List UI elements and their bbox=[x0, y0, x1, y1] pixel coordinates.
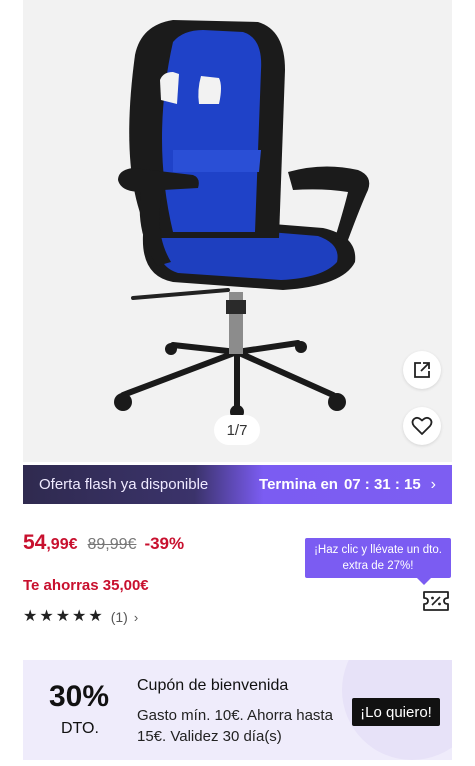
price-integer: 54 bbox=[23, 531, 47, 554]
product-image[interactable] bbox=[23, 0, 452, 462]
price-decimal: ,99€ bbox=[46, 536, 78, 553]
original-price: 89,99€ bbox=[87, 536, 137, 553]
ends-label: Termina en bbox=[259, 476, 338, 493]
review-count[interactable]: (1) bbox=[111, 609, 128, 625]
image-counter: 1/7 bbox=[214, 415, 260, 445]
share-button[interactable] bbox=[403, 351, 441, 389]
star-icon: ★ bbox=[39, 608, 54, 625]
coupon-title: Cupón de bienvenida bbox=[137, 677, 289, 694]
flash-countdown[interactable]: Termina en 07 : 31 : 15 › bbox=[259, 476, 436, 494]
ticket-percent-icon[interactable] bbox=[422, 589, 450, 613]
savings-text: Te ahorras 35,00€ bbox=[23, 577, 149, 594]
star-icon: ★ bbox=[23, 608, 38, 625]
heart-outline-icon bbox=[411, 416, 433, 435]
chevron-right-icon: › bbox=[430, 475, 436, 493]
flash-sale-bar[interactable]: Oferta flash ya disponible Termina en 07… bbox=[23, 465, 452, 504]
claim-coupon-button[interactable]: ¡Lo quiero! bbox=[352, 698, 440, 726]
welcome-coupon-card: 30% DTO. Cupón de bienvenida Gasto mín. … bbox=[23, 660, 452, 760]
star-icon: ★ bbox=[88, 608, 103, 625]
coupon-description: Gasto mín. 10€. Ahorra hasta 15€. Valide… bbox=[137, 707, 333, 745]
star-icon: ★ bbox=[72, 608, 87, 625]
star-icon: ★ bbox=[55, 608, 71, 625]
chevron-right-icon: › bbox=[133, 609, 139, 625]
product-image-gallery[interactable]: 1/7 bbox=[23, 0, 452, 462]
extra-discount-tooltip[interactable]: ¡Haz clic y llévate un dto. extra de 27%… bbox=[305, 538, 451, 585]
favorite-button[interactable] bbox=[403, 407, 441, 445]
share-external-icon bbox=[414, 362, 430, 378]
flash-sale-label: Oferta flash ya disponible bbox=[39, 476, 209, 493]
current-price: 54,99€ bbox=[23, 531, 78, 555]
coupon-dto-label: DTO. bbox=[61, 720, 99, 737]
coupon-percent: 30% bbox=[49, 680, 110, 713]
price-row: 54,99€ 89,99€ -39% bbox=[23, 531, 184, 555]
rating-summary[interactable]: ★ ★ ★ ★ ★ (1) › bbox=[23, 608, 139, 626]
countdown-timer: 07 : 31 : 15 bbox=[343, 476, 421, 493]
discount-badge: -39% bbox=[144, 534, 185, 553]
